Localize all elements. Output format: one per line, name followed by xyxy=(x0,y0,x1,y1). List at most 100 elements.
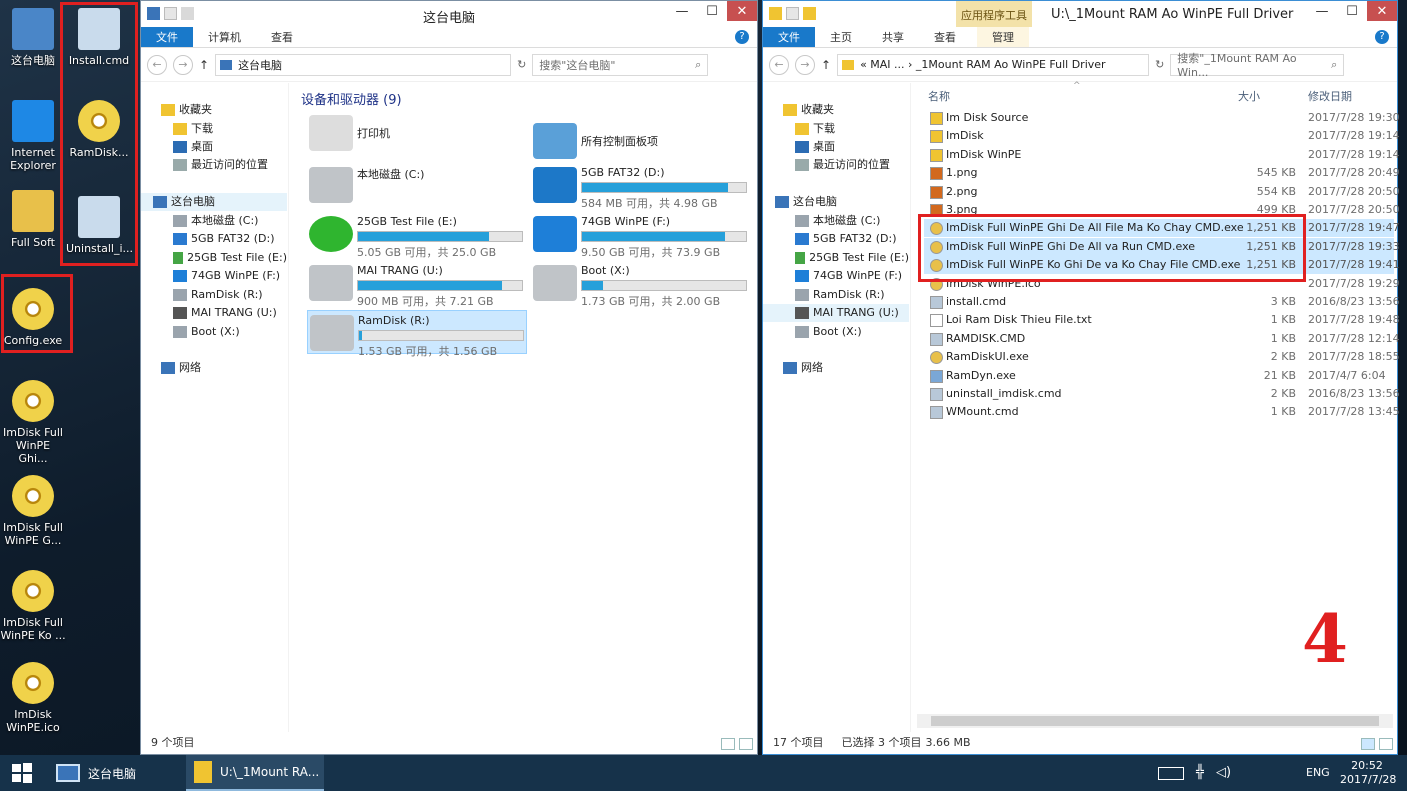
tab-share[interactable]: 共享 xyxy=(867,27,919,47)
tiles-view-icon[interactable] xyxy=(739,738,753,750)
nav-item[interactable]: 网络 xyxy=(763,359,909,377)
maximize-button[interactable]: ☐ xyxy=(697,1,727,21)
drive-tile[interactable]: MAI TRANG (U:) 900 MB 可用，共 7.21 GB xyxy=(307,261,527,308)
drive-tile[interactable]: 所有控制面板项 xyxy=(531,119,751,163)
network-icon[interactable]: ╬ xyxy=(1196,765,1204,780)
file-row[interactable]: uninstall_imdisk.cmd 2 KB 2016/8/23 13:56 xyxy=(924,385,1400,403)
tab-computer[interactable]: 计算机 xyxy=(193,27,256,47)
drive-tile[interactable]: 本地磁盘 (C:) xyxy=(307,163,527,207)
properties-icon[interactable] xyxy=(164,7,177,20)
nav-item[interactable]: 桌面 xyxy=(763,138,909,156)
tiles-view-icon[interactable] xyxy=(1379,738,1393,750)
nav-item[interactable]: MAI TRANG (U:) xyxy=(763,304,909,322)
drive-tile[interactable]: 25GB Test File (E:) 5.05 GB 可用，共 25.0 GB xyxy=(307,212,527,259)
minimize-button[interactable]: — xyxy=(1307,1,1337,21)
drive-tile[interactable]: 74GB WinPE (F:) 9.50 GB 可用，共 73.9 GB xyxy=(531,212,751,259)
up-button[interactable]: ↑ xyxy=(821,58,831,72)
nav-item[interactable]: 5GB FAT32 (D:) xyxy=(141,230,287,248)
file-row[interactable]: Loi Ram Disk Thieu File.txt 1 KB 2017/7/28… xyxy=(924,311,1400,329)
new-folder-icon[interactable] xyxy=(181,7,194,20)
desktop-icon[interactable]: ImDisk Full WinPE Ko ... xyxy=(0,570,66,642)
drive-tile[interactable]: 5GB FAT32 (D:) 584 MB 可用，共 4.98 GB xyxy=(531,163,751,210)
column-size[interactable]: 大小 xyxy=(1238,88,1260,104)
tab-view[interactable]: 查看 xyxy=(919,27,971,47)
drive-tile[interactable]: Boot (X:) 1.73 GB 可用，共 2.00 GB xyxy=(531,261,751,308)
desktop-icon[interactable]: ImDisk WinPE.ico xyxy=(0,662,66,734)
nav-item[interactable]: MAI TRANG (U:) xyxy=(141,304,287,322)
nav-item[interactable]: 最近访问的位置 xyxy=(763,156,909,174)
tab-file[interactable]: 文件 xyxy=(141,27,193,47)
keyboard-icon[interactable] xyxy=(1158,767,1184,780)
nav-item[interactable]: 收藏夹 xyxy=(141,101,287,119)
scrollbar-thumb[interactable] xyxy=(931,716,1379,726)
nav-item[interactable]: 74GB WinPE (F:) xyxy=(141,267,287,285)
column-name[interactable]: 名称 xyxy=(928,88,950,104)
refresh-button[interactable]: ↻ xyxy=(1155,58,1164,71)
forward-button[interactable]: → xyxy=(795,54,815,75)
tab-manage[interactable]: 管理 xyxy=(977,27,1029,47)
file-row[interactable]: RamDyn.exe 21 KB 2017/4/7 6:04 xyxy=(924,367,1394,385)
address-bar[interactable]: 这台电脑 xyxy=(215,53,512,76)
desktop-icon[interactable]: Internet Explorer xyxy=(0,100,66,172)
maximize-button[interactable]: ☐ xyxy=(1337,1,1367,21)
refresh-button[interactable]: ↻ xyxy=(517,58,526,71)
nav-item[interactable]: 本地磁盘 (C:) xyxy=(141,212,287,230)
nav-item[interactable]: 5GB FAT32 (D:) xyxy=(763,230,909,248)
desktop-icon[interactable]: Full Soft xyxy=(0,190,66,249)
search-input[interactable]: 搜索"_1Mount RAM Ao Win... ⌕ xyxy=(1170,52,1345,79)
file-row[interactable]: 2.png 554 KB 2017/7/28 20:50 xyxy=(924,183,1400,201)
file-row[interactable]: 1.png 545 KB 2017/7/28 20:49 xyxy=(924,164,1400,182)
search-input[interactable]: 搜索"这台电脑" ⌕ xyxy=(532,53,709,76)
nav-item[interactable]: 25GB Test File (E:) xyxy=(141,249,287,267)
this-pc-window[interactable]: 这台电脑 — ☐ ✕ 文件 计算机 查看 ? ← → ↑ 这台电脑 ↻ 搜索"这… xyxy=(140,0,758,755)
details-view-icon[interactable] xyxy=(721,738,735,750)
nav-item[interactable]: RamDisk (R:) xyxy=(141,286,287,304)
start-button[interactable] xyxy=(0,755,44,791)
nav-item[interactable]: 下载 xyxy=(141,120,287,138)
column-date[interactable]: 修改日期 xyxy=(1308,88,1352,104)
file-row[interactable]: RamDiskUI.exe 2 KB 2017/7/28 18:55 xyxy=(924,348,1400,366)
close-button[interactable]: ✕ xyxy=(1367,1,1397,21)
nav-item[interactable]: 这台电脑 xyxy=(141,193,287,211)
details-view-icon[interactable] xyxy=(1361,738,1375,750)
properties-icon[interactable] xyxy=(786,7,799,20)
nav-item[interactable]: 本地磁盘 (C:) xyxy=(763,212,909,230)
nav-item[interactable]: Boot (X:) xyxy=(763,323,909,341)
file-row[interactable]: Im Disk Source 2017/7/28 19:30 xyxy=(924,109,1400,127)
new-folder-icon[interactable] xyxy=(803,7,816,20)
nav-item[interactable]: 最近访问的位置 xyxy=(141,156,287,174)
nav-item[interactable]: Boot (X:) xyxy=(141,323,287,341)
minimize-button[interactable]: — xyxy=(667,1,697,21)
close-button[interactable]: ✕ xyxy=(727,1,757,21)
context-tab-app-tools[interactable]: 应用程序工具 xyxy=(956,1,1032,27)
file-row[interactable]: RAMDISK.CMD 1 KB 2017/7/28 12:14 xyxy=(924,330,1400,348)
taskbar-item-this-pc[interactable]: 这台电脑 xyxy=(48,755,182,791)
forward-button[interactable]: → xyxy=(173,54,193,75)
nav-item[interactable]: 74GB WinPE (F:) xyxy=(763,267,909,285)
nav-item[interactable]: RamDisk (R:) xyxy=(763,286,909,304)
nav-item[interactable]: 这台电脑 xyxy=(763,193,909,211)
help-icon[interactable]: ? xyxy=(735,30,749,44)
tab-home[interactable]: 主页 xyxy=(815,27,867,47)
desktop-icon[interactable]: ImDisk Full WinPE G... xyxy=(0,475,66,547)
file-row[interactable]: install.cmd 3 KB 2016/8/23 13:56 xyxy=(924,293,1400,311)
tab-file[interactable]: 文件 xyxy=(763,27,815,47)
horizontal-scrollbar[interactable] xyxy=(917,714,1393,728)
file-row[interactable]: WMount.cmd 1 KB 2017/7/28 13:45 xyxy=(924,403,1400,421)
help-icon[interactable]: ? xyxy=(1375,30,1389,44)
nav-item[interactable]: 25GB Test File (E:) xyxy=(763,249,909,267)
desktop-icon[interactable]: ImDisk Full WinPE Ghi... xyxy=(0,380,66,465)
nav-item[interactable]: 收藏夹 xyxy=(763,101,909,119)
clock[interactable]: 20:52 2017/7/28 xyxy=(1340,759,1396,787)
nav-item[interactable]: 网络 xyxy=(141,359,287,377)
nav-item[interactable]: 桌面 xyxy=(141,138,287,156)
up-button[interactable]: ↑ xyxy=(199,58,209,72)
file-row[interactable]: ImDisk WinPE 2017/7/28 19:14 xyxy=(924,146,1400,164)
tab-view[interactable]: 查看 xyxy=(256,27,308,47)
language-indicator[interactable]: ENG xyxy=(1306,766,1330,779)
back-button[interactable]: ← xyxy=(147,54,167,75)
address-bar[interactable]: « MAI ... › _1Mount RAM Ao WinPE Full Dr… xyxy=(837,53,1150,76)
file-row[interactable]: ImDisk 2017/7/28 19:14 xyxy=(924,127,1400,145)
volume-icon[interactable]: ◁) xyxy=(1216,765,1231,780)
desktop-icon[interactable]: 这台电脑 xyxy=(0,8,66,67)
